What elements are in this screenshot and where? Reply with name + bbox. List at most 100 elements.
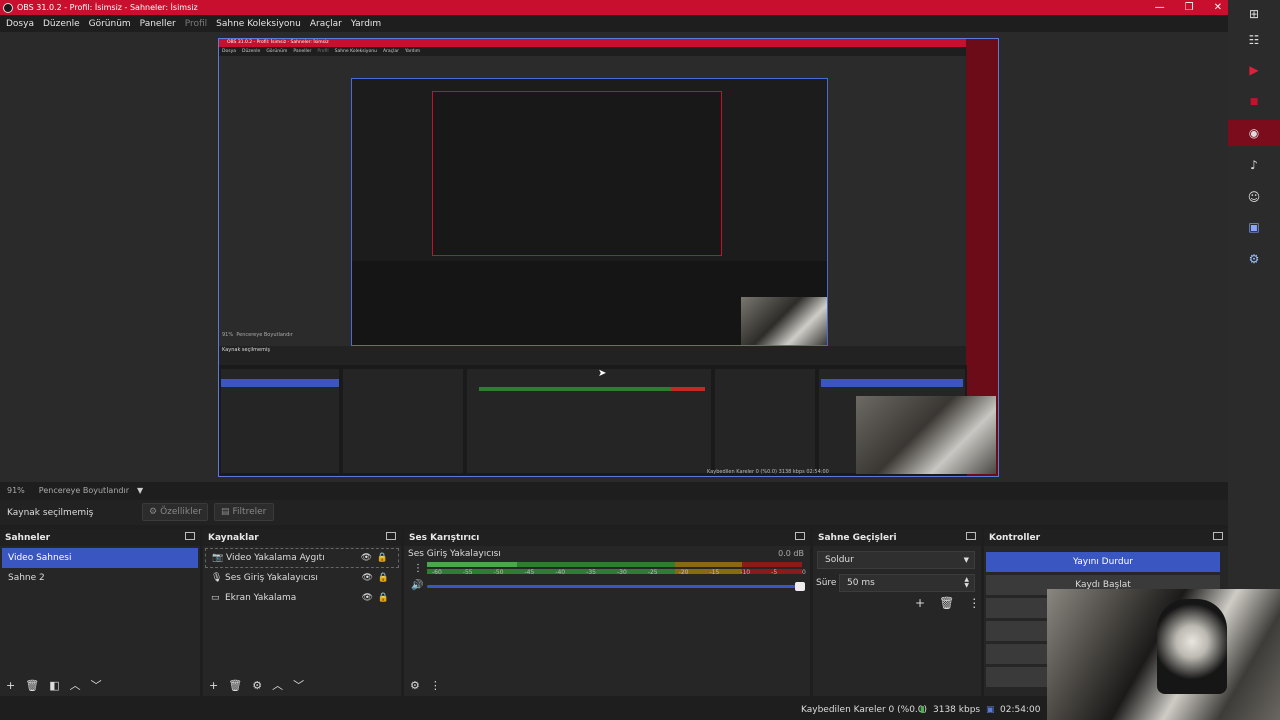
mixer-toolbar: ⚙ ⋮ xyxy=(404,676,441,694)
close-button[interactable]: ✕ xyxy=(1214,2,1222,13)
menu-duzenle[interactable]: Düzenle xyxy=(43,19,80,29)
scenes-toolbar: + 🗑 ◧ ︿ ﹀ xyxy=(0,676,102,694)
discord-icon[interactable]: ☺ xyxy=(1228,184,1280,210)
stepper-icon[interactable]: ▲ ▼ xyxy=(964,577,969,589)
dropped-frames: Kaybedilen Kareler 0 (%0.0) xyxy=(801,705,928,715)
meter-yellow-zone xyxy=(674,562,742,567)
trash-icon[interactable]: 🗑 xyxy=(25,679,39,692)
chevron-down-icon[interactable]: ▼ xyxy=(137,486,143,495)
channel-menu-icon[interactable]: ⋮ xyxy=(413,563,423,574)
undock-icon[interactable] xyxy=(966,532,976,540)
add-icon[interactable]: + xyxy=(915,596,925,610)
nested-mixer-dock xyxy=(467,369,711,473)
meter-tick-label: -35 xyxy=(586,569,596,576)
undock-icon[interactable] xyxy=(185,532,195,540)
transitions-header: Sahne Geçişleri xyxy=(813,529,981,546)
undock-icon[interactable] xyxy=(386,532,396,540)
filter-icon: ▤ xyxy=(221,507,230,517)
youtube-icon[interactable]: ▶ xyxy=(1228,57,1280,83)
lock-icon[interactable]: 🔒 xyxy=(378,593,389,603)
scene-item-video-sahnesi[interactable]: Video Sahnesi xyxy=(2,548,198,568)
meter-tick-label: -55 xyxy=(462,569,473,576)
add-icon[interactable]: + xyxy=(209,679,218,692)
undock-icon[interactable] xyxy=(795,532,805,540)
controls-header: Kontroller xyxy=(984,529,1228,546)
meter-tick-label: -15 xyxy=(709,569,720,576)
menu-yardim[interactable]: Yardım xyxy=(351,19,381,29)
volume-slider[interactable] xyxy=(427,582,805,591)
more-icon[interactable]: ⋮ xyxy=(430,679,441,692)
menu-sahne-koleksiyonu[interactable]: Sahne Koleksiyonu xyxy=(216,19,301,29)
restore-button[interactable]: ❐ xyxy=(1185,2,1194,13)
stream-deck-icon[interactable]: ▣ xyxy=(1228,214,1280,240)
minimize-button[interactable]: — xyxy=(1155,2,1165,13)
menu-dosya[interactable]: Dosya xyxy=(6,19,34,29)
sources-toolbar: + 🗑 ⚙ ︿ ﹀ xyxy=(203,676,304,694)
more-icon[interactable]: ⋮ xyxy=(968,596,980,610)
obs-icon[interactable]: ◉ xyxy=(1228,120,1280,146)
layout-icon[interactable]: ☷ xyxy=(1228,27,1280,53)
signal-icon: ▮ xyxy=(920,705,925,715)
preview-canvas[interactable]: OBS 31.0.2 - Profil: İsimsiz - Sahneler:… xyxy=(0,32,1228,482)
audio-mixer-dock: Ses Karıştırıcı Ses Giriş Yakalayıcısı 0… xyxy=(404,529,810,696)
volume-slider-handle[interactable] xyxy=(795,582,805,591)
tiktok-icon[interactable]: ♪ xyxy=(1228,152,1280,178)
duration-input[interactable]: 50 ms ▲ ▼ xyxy=(839,574,975,592)
menu-profil[interactable]: Profil xyxy=(185,19,207,29)
source-item-screen[interactable]: ▭ Ekran Yakalama 👁 🔒 xyxy=(205,588,399,608)
scene-item-sahne-2[interactable]: Sahne 2 xyxy=(2,568,198,588)
chevron-down-icon[interactable]: ﹀ xyxy=(293,677,304,693)
eye-icon[interactable]: 👁 xyxy=(361,553,372,563)
gear-icon[interactable]: ⚙ xyxy=(252,679,262,692)
source-item-audio[interactable]: 🎙 Ses Giriş Yakalayıcısı 👁 🔒 xyxy=(205,568,399,588)
source-item-video[interactable]: 📷 Video Yakalama Aygıtı 👁 🔒 xyxy=(205,548,399,568)
bitrate: 3138 kbps xyxy=(933,705,981,715)
nested-inner-webcam xyxy=(741,297,827,345)
fit-to-window[interactable]: Pencereye Boyutlandır xyxy=(39,486,129,495)
nested-menu-sahne: Sahne Koleksiyonu xyxy=(334,49,377,54)
trash-icon[interactable]: 🗑 xyxy=(228,679,242,692)
steam-icon[interactable]: ⚙ xyxy=(1228,246,1280,272)
meter-tick-label: -30 xyxy=(617,569,627,576)
windows-icon[interactable]: ⊞ xyxy=(1228,1,1280,27)
transition-select[interactable]: Soldur ▼ xyxy=(817,551,975,569)
eye-icon[interactable]: 👁 xyxy=(362,593,373,603)
kick-icon[interactable]: ■ xyxy=(1228,89,1280,115)
scene-filter-icon[interactable]: ◧ xyxy=(49,679,59,692)
chevron-down-icon[interactable]: ﹀ xyxy=(91,677,102,693)
add-icon[interactable]: + xyxy=(6,679,15,692)
chevron-up-icon[interactable]: ︿ xyxy=(70,677,81,693)
menu-gorunum[interactable]: Görünüm xyxy=(89,19,131,29)
camera-icon: 📷 xyxy=(212,553,224,563)
trash-icon[interactable]: 🗑 xyxy=(939,596,954,610)
meter-red-zone xyxy=(742,562,802,567)
chevron-up-icon[interactable]: ︿ xyxy=(272,677,283,693)
nested-status: Kaybedilen Kareler 0 (%0.0) 3138 kbps 02… xyxy=(707,469,829,475)
nested-menu-araclar: Araçlar xyxy=(382,49,399,54)
scenes-dock: Sahneler Video Sahnesi Sahne 2 + 🗑 ◧ ︿ ﹀ xyxy=(0,529,200,696)
chevron-down-icon: ▼ xyxy=(963,556,969,564)
window-title: OBS 31.0.2 - Profil: İsimsiz - Sahneler:… xyxy=(17,3,198,12)
webcam-person xyxy=(1157,599,1227,694)
speaker-icon[interactable]: 🔊 xyxy=(411,580,423,591)
eye-icon[interactable]: 👁 xyxy=(362,573,373,583)
lock-icon[interactable]: 🔒 xyxy=(378,573,389,583)
lock-icon[interactable]: 🔒 xyxy=(377,553,388,563)
stop-stream-button[interactable]: Yayını Durdur xyxy=(986,552,1220,572)
mixer-settings-icon[interactable]: ⚙ xyxy=(410,679,420,692)
nested-menu-yardim: Yardım xyxy=(404,49,421,54)
stream-time: 02:54:00 xyxy=(1000,705,1041,715)
nested-stream-button xyxy=(821,379,963,387)
menu-bar: Dosya Düzenle Görünüm Paneller Profil Sa… xyxy=(0,15,1228,32)
meter-tick-label: -50 xyxy=(493,569,504,576)
menu-araclar[interactable]: Araçlar xyxy=(310,19,342,29)
meter-tick-label: -10 xyxy=(740,569,751,576)
nested-obs-capture: OBS 31.0.2 - Profil: İsimsiz - Sahneler:… xyxy=(218,38,999,477)
filters-button[interactable]: ▤ Filtreler xyxy=(214,503,274,521)
nested-menu-dosya: Dosya xyxy=(222,49,236,54)
undock-icon[interactable] xyxy=(1213,532,1223,540)
properties-button[interactable]: ⚙ Özellikler xyxy=(142,503,208,521)
source-properties-bar: Kaynak seçilmemiş ⚙ Özellikler ▤ Filtreler xyxy=(0,500,1228,525)
webcam-overlay xyxy=(1047,589,1280,720)
menu-paneller[interactable]: Paneller xyxy=(140,19,176,29)
